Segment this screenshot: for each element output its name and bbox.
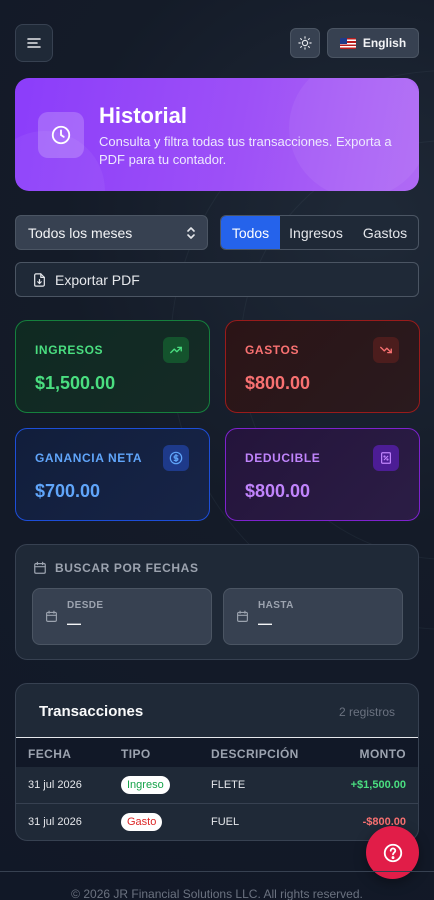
transactions-title: Transacciones <box>39 703 144 720</box>
deductible-card: DEDUCIBLE $800.00 <box>225 428 420 521</box>
table-row[interactable]: 31 jul 2026 Gasto FUEL -$800.00 <box>16 803 418 839</box>
month-select[interactable]: Todos los meses <box>15 215 208 250</box>
hamburger-icon <box>27 38 41 48</box>
income-label: INGRESOS <box>35 343 104 357</box>
menu-button[interactable] <box>15 24 53 62</box>
page-title: Historial <box>99 103 188 128</box>
sun-icon <box>298 36 312 50</box>
row-amount: +$1,500.00 <box>350 779 406 791</box>
deductible-label: DEDUCIBLE <box>245 451 321 465</box>
trending-up-icon <box>163 337 189 363</box>
footer-copyright: © 2026 JR Financial Solutions LLC. All r… <box>71 887 363 900</box>
expenses-label: GASTOS <box>245 343 300 357</box>
table-row[interactable]: 31 jul 2026 Ingreso FLETE +$1,500.00 <box>16 767 418 803</box>
month-select-value: Todos los meses <box>28 224 133 241</box>
income-card: INGRESOS $1,500.00 <box>15 320 210 413</box>
expenses-card: GASTOS $800.00 <box>225 320 420 413</box>
income-value: $1,500.00 <box>35 373 116 393</box>
date-from-value: — <box>67 615 81 631</box>
theme-toggle-button[interactable] <box>290 28 320 58</box>
help-icon <box>383 843 402 862</box>
row-date: 31 jul 2026 <box>28 779 82 791</box>
file-download-icon <box>34 272 45 287</box>
dollar-circle-icon <box>163 445 189 471</box>
table-header: FECHA TIPO DESCRIPCIÓN MONTO <box>16 737 418 767</box>
clock-icon <box>38 112 84 158</box>
tab-todos[interactable]: Todos <box>221 216 280 249</box>
us-flag-icon <box>339 37 356 49</box>
trending-down-icon <box>373 337 399 363</box>
net-profit-value: $700.00 <box>35 481 101 501</box>
tab-gastos[interactable]: Gastos <box>352 216 418 249</box>
calendar-icon <box>34 561 46 574</box>
calendar-icon <box>46 610 57 622</box>
date-from-field[interactable]: DESDE — <box>32 588 212 645</box>
export-pdf-button[interactable]: Exportar PDF <box>15 262 419 297</box>
column-header-type: TIPO <box>121 747 151 761</box>
type-badge: Ingreso <box>121 776 170 794</box>
column-header-description: DESCRIPCIÓN <box>211 747 299 761</box>
date-to-field[interactable]: HASTA — <box>223 588 403 645</box>
footer-divider <box>0 871 434 872</box>
row-date: 31 jul 2026 <box>28 816 82 828</box>
row-description: FLETE <box>211 779 246 791</box>
tab-ingresos[interactable]: Ingresos <box>280 216 352 249</box>
type-filter-tabs: Todos Ingresos Gastos <box>220 215 419 250</box>
expenses-value: $800.00 <box>245 373 311 393</box>
language-label: English <box>362 36 407 50</box>
date-search-title: BUSCAR POR FECHAS <box>55 561 199 575</box>
export-pdf-label: Exportar PDF <box>55 271 140 288</box>
history-hero-banner: Historial Consulta y filtra todas tus tr… <box>15 78 419 191</box>
deductible-value: $800.00 <box>245 481 311 501</box>
net-profit-card: GANANCIA NETA $700.00 <box>15 428 210 521</box>
receipt-icon <box>373 445 399 471</box>
language-button[interactable]: English <box>327 28 419 58</box>
column-header-amount: MONTO <box>359 747 406 761</box>
type-badge: Gasto <box>121 813 163 831</box>
transactions-count: 2 registros <box>338 705 395 719</box>
page-subtitle: Consulta y filtra todas tus transaccione… <box>99 134 392 167</box>
net-profit-label: GANANCIA NETA <box>35 451 143 465</box>
date-to-label: HASTA <box>258 600 294 611</box>
column-header-date: FECHA <box>28 747 72 761</box>
calendar-icon <box>237 610 248 622</box>
transactions-panel: Transacciones 2 registros FECHA TIPO DES… <box>15 683 419 841</box>
date-to-value: — <box>258 615 272 631</box>
date-search-panel: BUSCAR POR FECHAS DESDE — HASTA — <box>15 544 419 660</box>
row-description: FUEL <box>211 816 240 828</box>
date-from-label: DESDE <box>67 600 104 611</box>
date-search-header: BUSCAR POR FECHAS <box>33 561 199 575</box>
chevron-updown-icon <box>187 227 195 239</box>
top-bar: English <box>15 24 419 62</box>
